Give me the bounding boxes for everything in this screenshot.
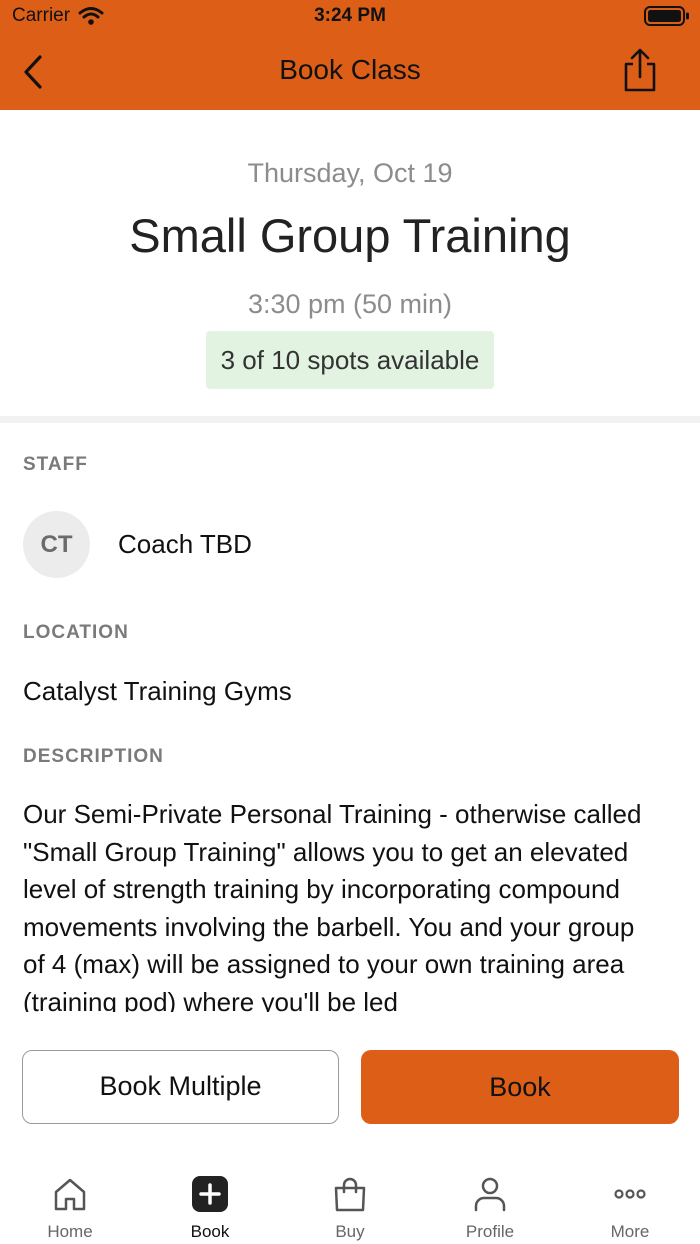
tab-more[interactable]: More [560,1160,700,1244]
tab-bar: Home Book Buy Profile More [0,1160,700,1244]
tab-profile[interactable]: Profile [420,1160,560,1244]
description-section-label: DESCRIPTION [23,746,164,767]
battery-icon [644,6,689,26]
more-dots-icon [614,1189,646,1199]
tab-buy[interactable]: Buy [280,1160,420,1244]
tab-home[interactable]: Home [0,1160,140,1244]
tab-book-label: Book [190,1222,230,1241]
header-bar: Carrier 3:24 PM Book Class [0,0,700,110]
staff-name: Coach TBD [118,529,252,559]
page-title: Book Class [279,54,421,85]
plus-square-icon [192,1176,228,1212]
spots-available-badge: 3 of 10 spots available [206,331,494,389]
description-scroll-area[interactable]: Our Semi-Private Personal Training - oth… [23,796,663,1012]
book-button[interactable]: Book [361,1050,679,1124]
class-title: Small Group Training [129,209,571,262]
tab-book[interactable]: Book [140,1160,280,1244]
class-time-duration: 3:30 pm (50 min) [247,289,453,319]
staff-avatar: CT [23,511,90,578]
location-section-label: LOCATION [23,622,129,643]
description-text: Our Semi-Private Personal Training - oth… [23,799,642,1012]
section-divider [0,416,700,423]
share-icon[interactable] [620,48,660,94]
person-icon [474,1177,506,1212]
tab-buy-label: Buy [335,1222,365,1241]
location-value: Catalyst Training Gyms [23,676,292,706]
staff-section-label: STAFF [23,454,88,475]
class-date: Thursday, Oct 19 [247,158,453,188]
book-multiple-button[interactable]: Book Multiple [22,1050,339,1124]
status-bar: Carrier 3:24 PM [0,0,700,32]
class-summary: Thursday, Oct 19 Small Group Training 3:… [0,110,700,416]
tab-home-label: Home [47,1222,93,1241]
shopping-bag-icon [334,1177,366,1212]
home-icon [54,1178,86,1211]
tab-profile-label: Profile [465,1222,515,1241]
status-time: 3:24 PM [314,5,386,26]
tab-more-label: More [610,1222,650,1241]
